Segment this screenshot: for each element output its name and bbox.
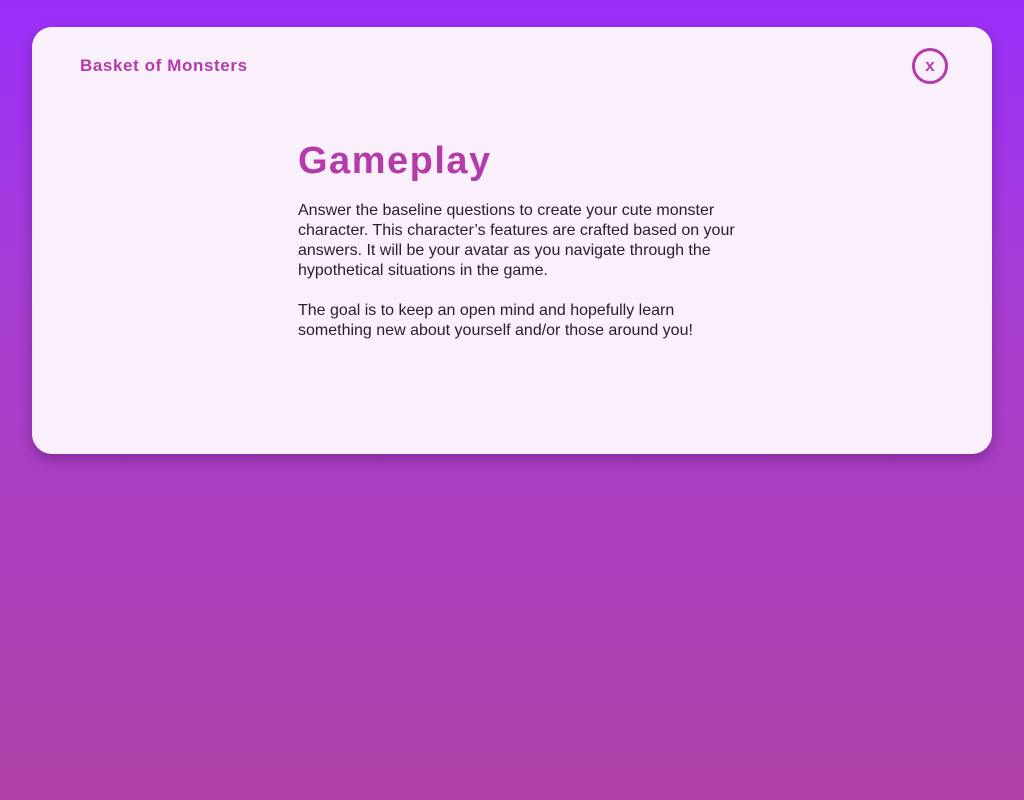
gameplay-description: Answer the baseline questions to create … (298, 202, 735, 279)
close-icon: x (925, 55, 935, 75)
close-button[interactable]: x (912, 48, 948, 84)
app-title: Basket of Monsters (80, 56, 248, 75)
modal-heading: Gameplay (298, 140, 492, 182)
gameplay-modal: Basket of Monsters x Gameplay Answer the… (32, 27, 992, 454)
modal-content: Gameplay Answer the baseline questions t… (298, 139, 738, 341)
gameplay-goal: The goal is to keep an open mind and hop… (298, 302, 693, 339)
